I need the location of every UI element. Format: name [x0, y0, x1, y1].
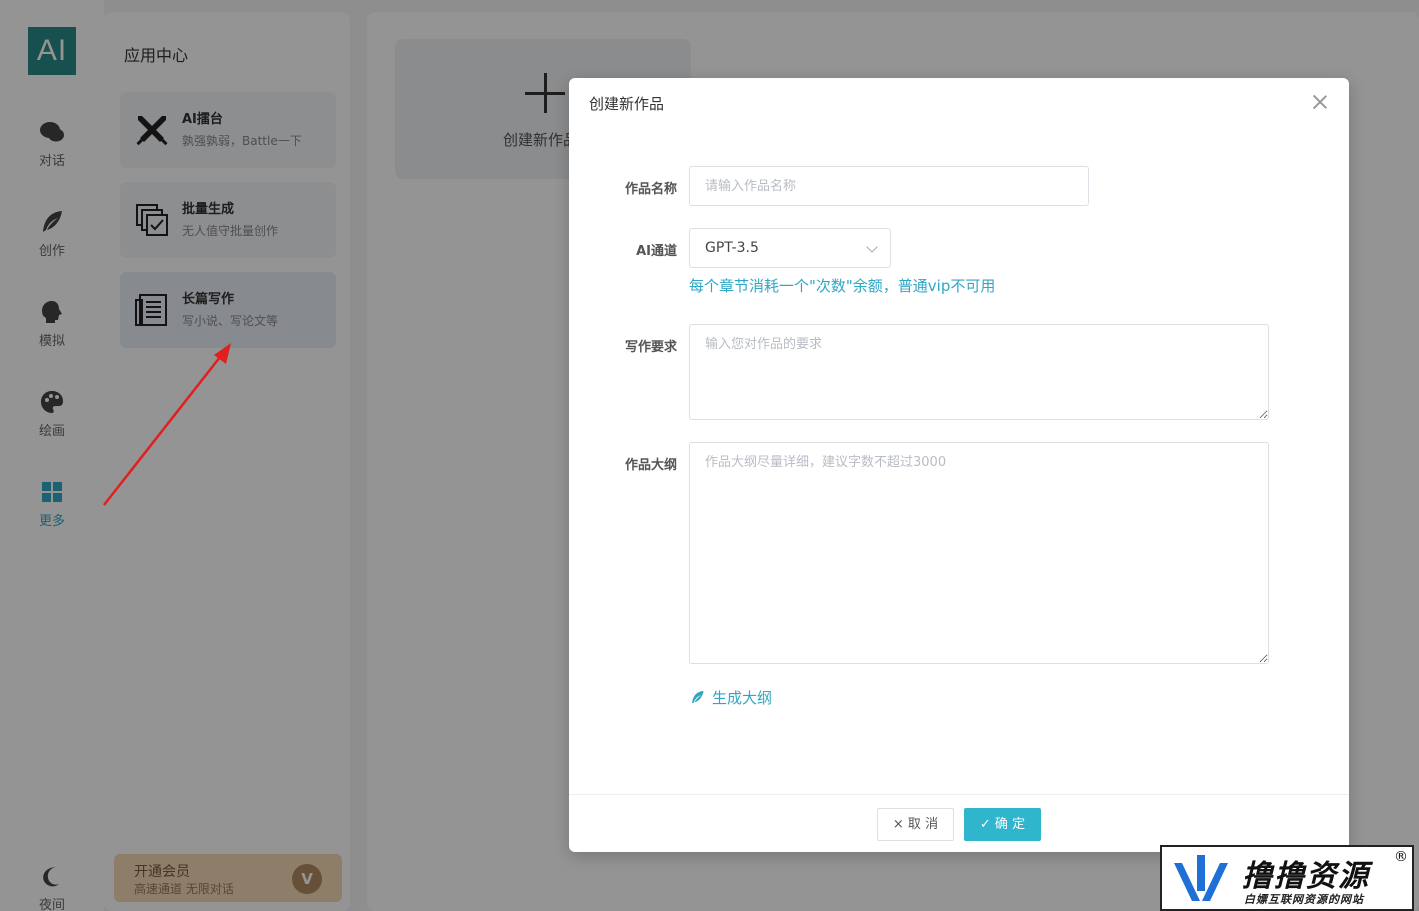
ai-channel-hint: 每个章节消耗一个"次数"余额，普通vip不可用 [689, 277, 996, 295]
watermark-subtitle: 白嫖互联网资源的网站 [1244, 893, 1364, 906]
create-work-dialog: 创建新作品 作品名称 AI通道 GPT-3.5 每个章节消耗一个"次数"余额，普… [569, 78, 1349, 852]
confirm-button[interactable]: ✓ 确 定 [964, 808, 1041, 841]
writing-requirement-label: 写作要求 [624, 340, 677, 355]
writing-requirement-textarea[interactable] [689, 324, 1269, 420]
watermark-registered: ® [1394, 849, 1408, 865]
cancel-button[interactable]: × 取 消 [877, 808, 954, 841]
dialog-title: 创建新作品 [589, 95, 665, 113]
generate-outline-link[interactable]: 生成大纲 [689, 687, 772, 708]
watermark-title: 撸撸资源 [1242, 859, 1370, 894]
feather-icon [692, 690, 704, 704]
work-name-label: 作品名称 [624, 182, 677, 197]
ai-channel-label: AI通道 [636, 244, 677, 259]
work-name-input[interactable] [689, 166, 1089, 206]
ai-channel-select[interactable]: GPT-3.5 [689, 228, 891, 268]
close-icon[interactable] [1313, 95, 1327, 109]
chevron-down-icon [866, 241, 878, 253]
work-outline-textarea[interactable] [689, 442, 1269, 664]
generate-outline-label: 生成大纲 [712, 689, 773, 707]
dialog-footer: × 取 消 ✓ 确 定 [569, 794, 1349, 852]
site-watermark: 撸撸资源 ® 白嫖互联网资源的网站 [1160, 845, 1414, 911]
work-outline-label: 作品大纲 [624, 458, 677, 473]
ai-channel-value: GPT-3.5 [705, 240, 759, 256]
watermark-logo-icon [1174, 855, 1228, 901]
